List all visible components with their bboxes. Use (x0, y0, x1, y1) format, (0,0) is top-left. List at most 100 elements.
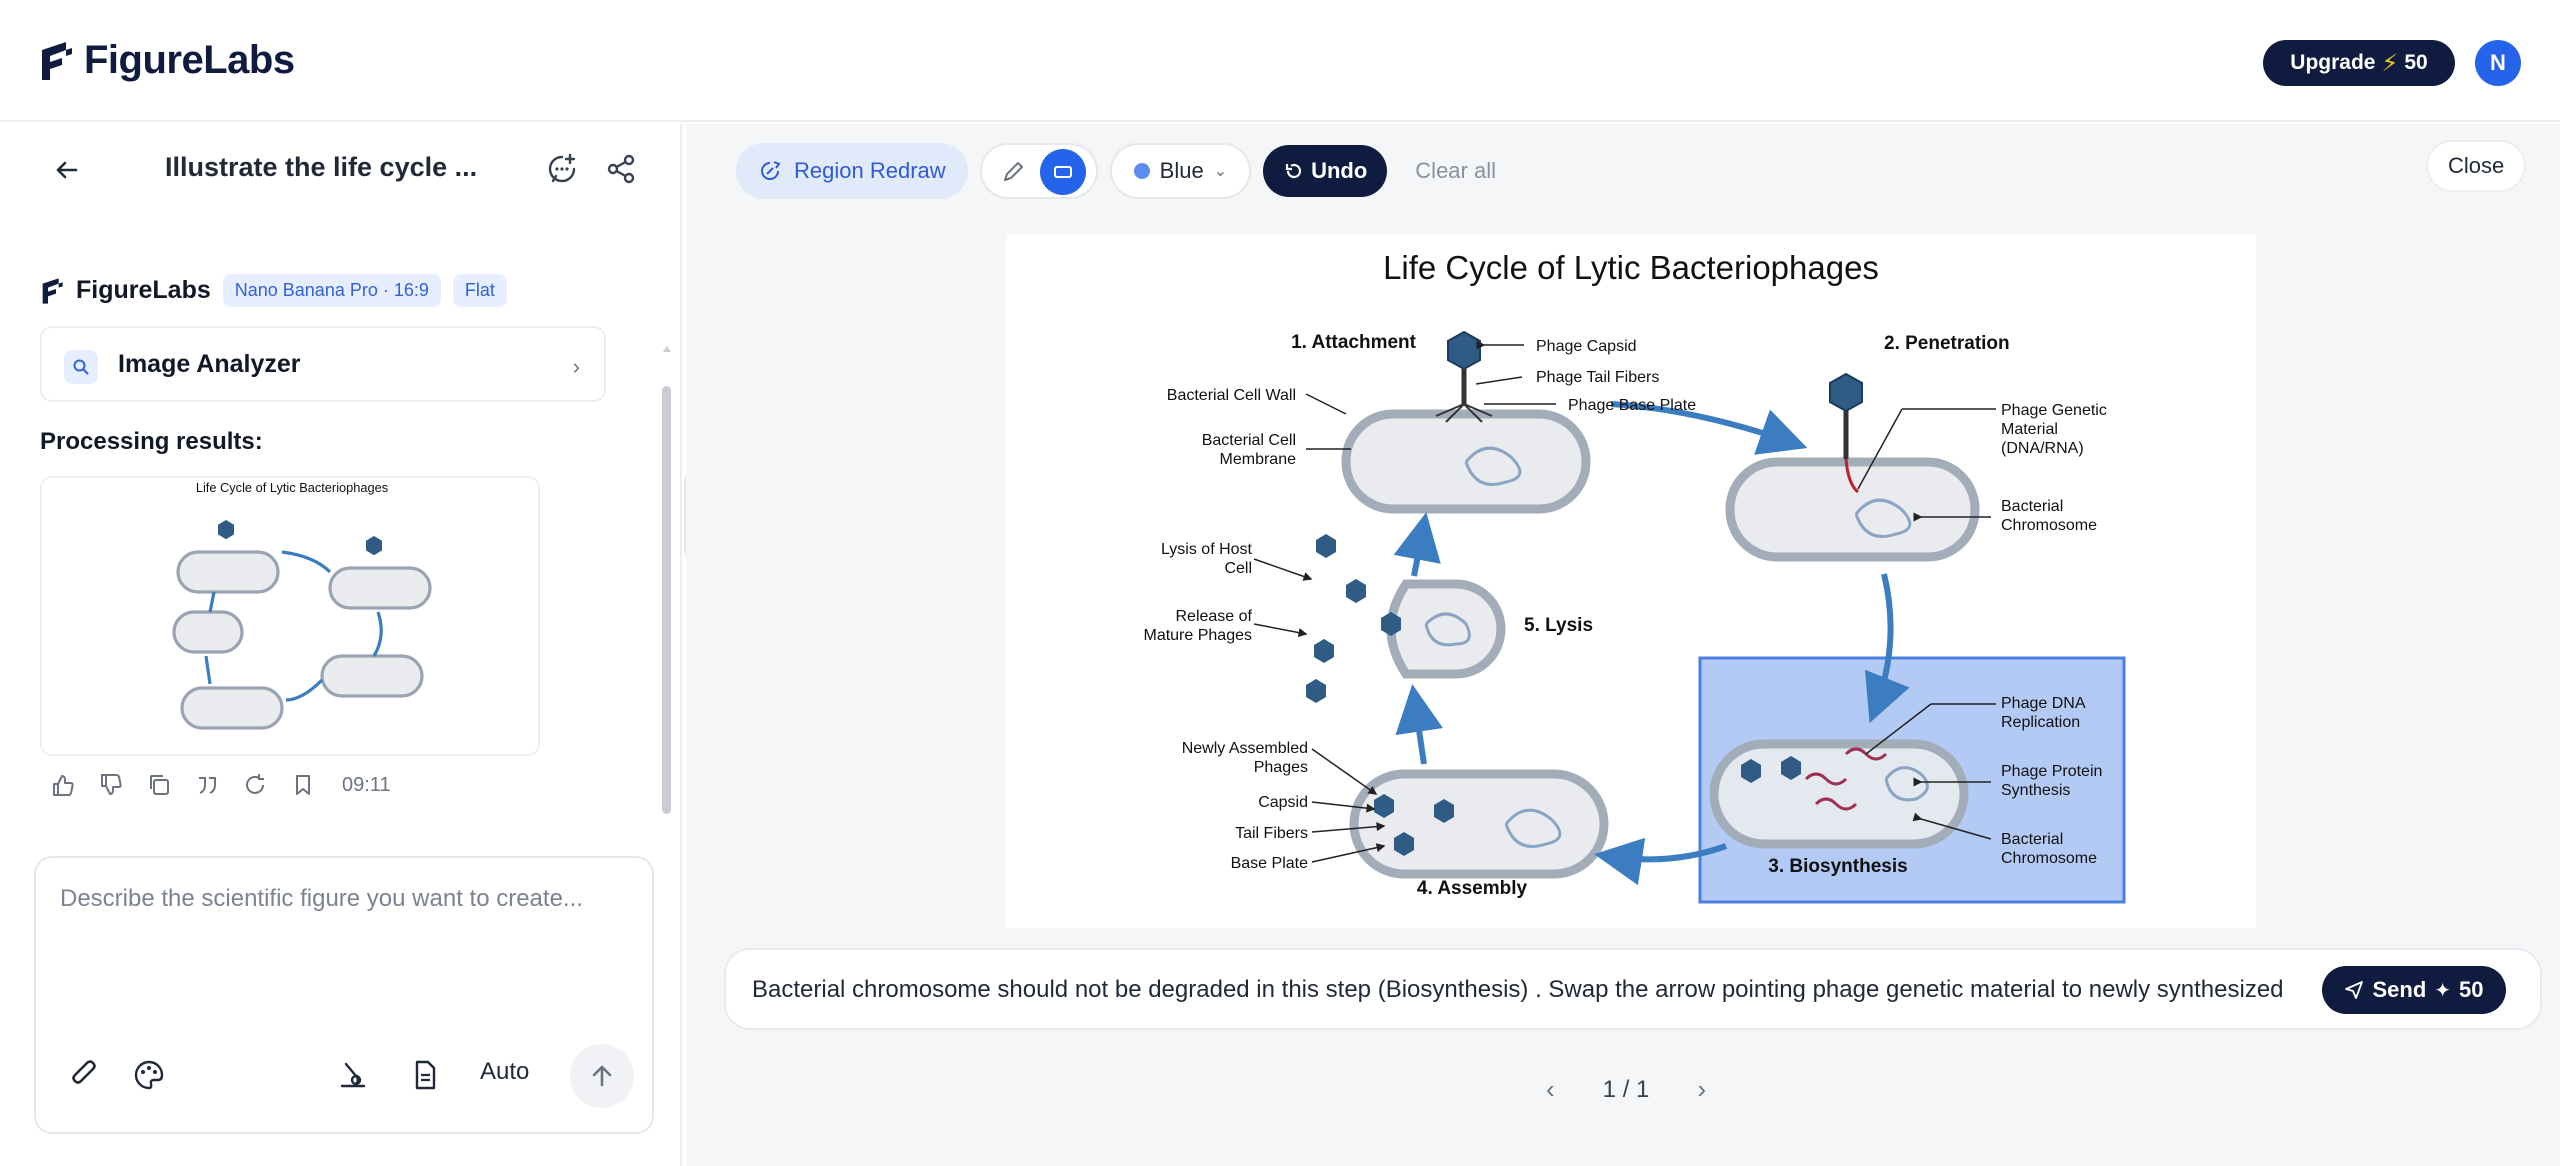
svg-text:Lysis of Host: Lysis of Host (1161, 541, 1253, 558)
rectangle-icon (1053, 166, 1072, 178)
rectangle-tool-button[interactable] (1039, 149, 1086, 195)
send-credits: 50 (2459, 977, 2484, 1002)
message-actions: 09:11 (50, 772, 391, 798)
back-arrow-icon[interactable] (50, 154, 82, 186)
analyzer-label: Image Analyzer (118, 350, 301, 378)
mode-selector[interactable]: Auto (480, 1058, 529, 1086)
regenerate-icon[interactable] (242, 772, 268, 798)
share-icon[interactable] (604, 152, 638, 186)
thumbnail-figure: Life Cycle of Lytic Bacteriophages (172, 480, 432, 730)
upgrade-label: Upgrade (2290, 51, 2376, 74)
arrow-up-icon (592, 1065, 612, 1087)
color-selector[interactable]: Blue ⌄ (1109, 143, 1252, 199)
redraw-icon (761, 161, 781, 180)
svg-text:Base Plate: Base Plate (1231, 855, 1308, 872)
bolt-icon: ⚡ (2381, 49, 2399, 77)
prev-page-icon[interactable]: ‹ (1546, 1074, 1555, 1105)
svg-text:Bacterial: Bacterial (2001, 831, 2063, 848)
top-bar: FigureLabs Upgrade ⚡ 50 N (0, 0, 2560, 122)
color-swatch (1133, 163, 1150, 179)
figurelabs-logo-icon (42, 41, 72, 80)
svg-text:Newly Assembled: Newly Assembled (1182, 740, 1308, 757)
thumbs-down-icon[interactable] (98, 772, 124, 798)
undo-button[interactable]: Undo (1263, 145, 1388, 197)
edit-prompt-input[interactable]: Bacterial chromosome should not be degra… (752, 976, 2282, 1004)
copy-icon[interactable] (146, 772, 172, 798)
svg-text:Phages: Phages (1254, 759, 1308, 776)
editor-canvas: Region Redraw Blue ⌄ Undo Clear all Clos… (686, 124, 2560, 1166)
message-timestamp: 09:11 (342, 773, 391, 796)
arrow-lysis-to-attachment (1393, 512, 1441, 577)
svg-text:Cell: Cell (1224, 560, 1252, 577)
step-biosynthesis: 3. Biosynthesis (1768, 856, 1907, 877)
app-name: FigureLabs (84, 38, 295, 82)
bookmark-icon[interactable] (290, 772, 316, 798)
lifecycle-diagram: Life Cycle of Lytic Bacteriophages 1. At… (1143, 249, 2126, 904)
document-icon[interactable] (408, 1058, 442, 1092)
svg-text:Bacterial Cell Wall: Bacterial Cell Wall (1167, 387, 1296, 404)
step-lysis: 5. Lysis (1524, 615, 1593, 636)
style-badge: Flat (452, 274, 507, 307)
svg-text:Release of: Release of (1176, 608, 1253, 625)
svg-text:Capsid: Capsid (1258, 794, 1308, 811)
svg-text:Life Cycle of Lytic Bacterioph: Life Cycle of Lytic Bacteriophages (196, 480, 388, 495)
prompt-input[interactable] (60, 880, 630, 990)
app-logo[interactable]: FigureLabs (38, 38, 295, 83)
color-label: Blue (1159, 158, 1204, 183)
figure-image[interactable]: Life Cycle of Lytic Bacteriophages 1. At… (1006, 234, 2256, 928)
next-page-icon[interactable]: › (1697, 1074, 1706, 1105)
svg-text:Phage Base Plate: Phage Base Plate (1568, 397, 1696, 414)
submit-button[interactable] (570, 1044, 634, 1108)
svg-text:Phage Genetic: Phage Genetic (2001, 402, 2107, 419)
result-thumbnail[interactable]: Life Cycle of Lytic Bacteriophages (40, 476, 540, 756)
search-icon (64, 350, 98, 384)
conversation-title: Illustrate the life cycle ... (165, 152, 478, 182)
model-badge: Nano Banana Pro · 16:9 (222, 274, 441, 307)
close-button[interactable]: Close (2426, 140, 2527, 192)
draw-tool-group (979, 143, 1098, 199)
processing-results-label: Processing results: (40, 428, 263, 455)
image-analyzer-card[interactable]: Image Analyzer › (40, 326, 606, 402)
thumbs-up-icon[interactable] (50, 772, 76, 798)
svg-text:Synthesis: Synthesis (2001, 782, 2070, 799)
chat-panel: Illustrate the life cycle ... FigureLabs… (0, 124, 682, 1166)
svg-text:Chromosome: Chromosome (2001, 850, 2097, 867)
quote-icon[interactable] (194, 772, 220, 798)
chat-scrollbar[interactable] (662, 386, 671, 814)
edit-prompt-bar: Bacterial chromosome should not be degra… (724, 948, 2542, 1030)
svg-text:Phage Tail Fibers: Phage Tail Fibers (1536, 369, 1659, 386)
composer: Auto (34, 856, 654, 1134)
undo-label: Undo (1311, 158, 1368, 183)
svg-text:Tail Fibers: Tail Fibers (1235, 825, 1308, 842)
clear-all-button[interactable]: Clear all (1415, 158, 1496, 184)
assembly-cell (1349, 769, 1609, 879)
lysis-cell (1386, 579, 1506, 679)
svg-text:Replication: Replication (2001, 714, 2080, 731)
step-penetration: 2. Penetration (1884, 333, 2010, 354)
assistant-header: FigureLabs Nano Banana Pro · 16:9 Flat (40, 274, 507, 307)
send-button[interactable]: Send ✦ 50 (2322, 966, 2506, 1014)
page-indicator: 1 / 1 (1602, 1075, 1650, 1103)
svg-text:Phage Capsid: Phage Capsid (1536, 338, 1637, 355)
send-label: Send (2372, 977, 2427, 1002)
new-chat-icon[interactable] (545, 152, 579, 186)
svg-text:Mature Phages: Mature Phages (1143, 627, 1252, 644)
user-avatar[interactable]: N (2475, 40, 2521, 86)
svg-text:Membrane: Membrane (1220, 451, 1297, 468)
biosynthesis-cell (1709, 739, 1969, 849)
attach-icon[interactable] (68, 1058, 102, 1092)
region-redraw-button[interactable]: Region Redraw (736, 143, 968, 199)
figurelabs-logo-icon (42, 277, 63, 304)
pager: ‹ 1 / 1 › (1546, 1074, 1706, 1105)
palette-icon[interactable] (132, 1058, 166, 1092)
penetration-cell (1725, 457, 1980, 562)
chat-header: Illustrate the life cycle ... (0, 124, 682, 216)
upgrade-button[interactable]: Upgrade ⚡ 50 (2263, 40, 2455, 86)
send-icon (2345, 981, 2364, 999)
svg-text:Phage Protein: Phage Protein (2001, 763, 2102, 780)
science-icon[interactable] (336, 1058, 370, 1092)
svg-text:Bacterial Cell: Bacterial Cell (1202, 432, 1296, 449)
upgrade-credits: 50 (2404, 51, 2428, 74)
svg-text:Bacterial: Bacterial (2001, 498, 2063, 515)
pencil-icon[interactable] (1000, 159, 1026, 185)
